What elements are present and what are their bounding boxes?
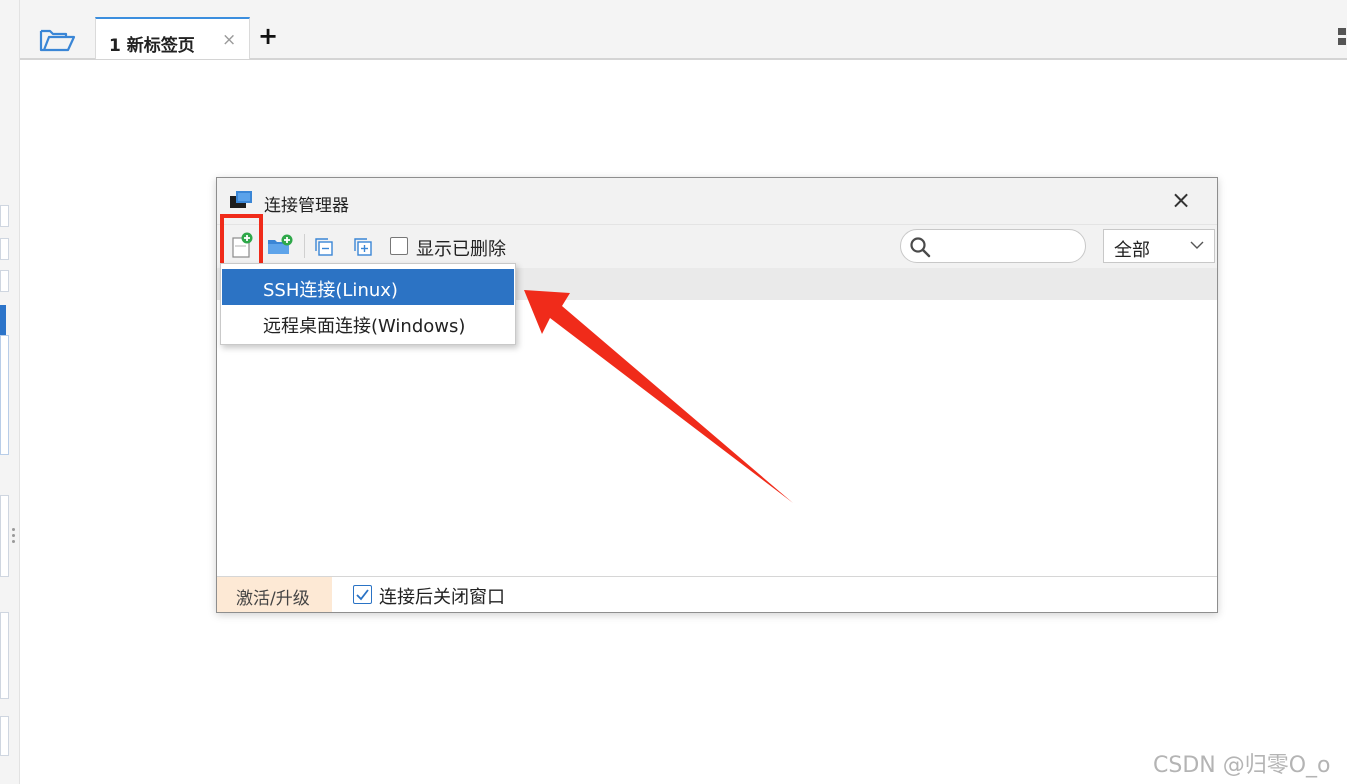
app-window: 1 新标签页 × + 连接管理器 × 显示已删除 全部 激活/升级 连接后关闭窗… [0, 0, 1347, 784]
expand-all-icon[interactable] [353, 237, 373, 257]
collapse-all-icon[interactable] [314, 237, 334, 257]
show-deleted-label: 显示已删除 [416, 239, 506, 260]
left-panel-fragment [0, 335, 9, 455]
left-panel-fragment [0, 495, 9, 577]
menu-item-rdp-windows[interactable]: 远程桌面连接(Windows) [222, 305, 514, 341]
left-panel-fragment [0, 270, 9, 292]
left-panel-fragment [0, 612, 9, 699]
folder-open-icon[interactable] [38, 26, 76, 54]
dialog-title-bar[interactable]: 连接管理器 × [217, 178, 1217, 224]
new-folder-icon[interactable] [265, 232, 295, 258]
search-icon [910, 237, 931, 258]
menu-item-label: 远程桌面连接(Windows) [263, 316, 466, 337]
activate-upgrade-label: 激活/升级 [236, 589, 310, 609]
connection-manager-dialog: 连接管理器 × 显示已删除 全部 激活/升级 连接后关闭窗口 [216, 177, 1218, 613]
checkmark-icon [356, 589, 369, 601]
toolbar-separator [304, 234, 305, 258]
tab-label: 1 新标签页 [109, 36, 195, 56]
close-icon[interactable]: × [1171, 187, 1191, 213]
menu-item-label: SSH连接(Linux) [263, 280, 398, 301]
activate-upgrade-button[interactable]: 激活/升级 [217, 577, 332, 612]
close-after-connect-checkbox[interactable] [353, 585, 372, 604]
window-menu-icon[interactable] [1338, 28, 1347, 46]
close-after-connect-label: 连接后关闭窗口 [379, 587, 505, 608]
filter-selected-value: 全部 [1114, 240, 1150, 261]
dialog-title: 连接管理器 [264, 196, 349, 216]
new-tab-button[interactable]: + [258, 23, 278, 49]
left-panel-fragment [0, 205, 9, 227]
chevron-down-icon [1190, 241, 1204, 249]
left-panel-fragment [0, 238, 9, 260]
filter-select[interactable]: 全部 [1103, 229, 1215, 263]
left-panel-edge [0, 0, 20, 784]
splitter-handle[interactable] [12, 528, 16, 546]
dialog-footer: 激活/升级 连接后关闭窗口 [217, 576, 1217, 612]
terminal-app-icon [230, 191, 252, 208]
watermark: CSDN @归零O_o [1153, 753, 1331, 778]
menu-item-ssh-linux[interactable]: SSH连接(Linux) [222, 269, 514, 305]
new-session-menu: SSH连接(Linux) 远程桌面连接(Windows) [220, 263, 516, 345]
dialog-toolbar: 显示已删除 全部 [217, 214, 1217, 268]
tab-new-tab[interactable]: 1 新标签页 × [95, 17, 250, 59]
tab-close-icon[interactable]: × [222, 30, 236, 50]
show-deleted-checkbox[interactable] [390, 237, 408, 255]
left-panel-fragment [0, 716, 9, 756]
annotation-highlight-box [220, 214, 263, 267]
left-panel-selected-fragment [0, 305, 6, 335]
